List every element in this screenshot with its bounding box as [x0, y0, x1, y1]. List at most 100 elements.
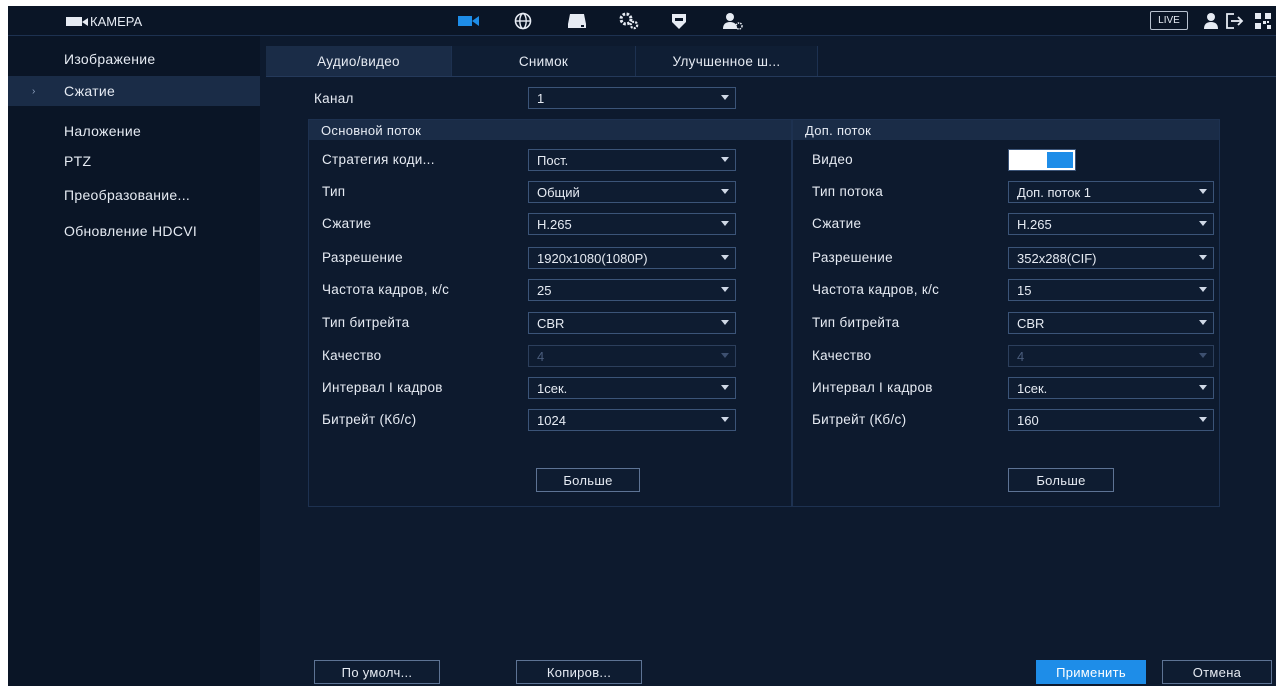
tab-bar: Аудио/видео Снимок Улучшенное ш... — [266, 46, 818, 76]
sub-quality-select: 4 — [1008, 345, 1214, 367]
sub-framerate-value: 15 — [1017, 282, 1032, 298]
sub-video-toggle[interactable] — [1008, 149, 1076, 171]
sub-more-button[interactable]: Больше — [1008, 468, 1114, 492]
chevron-down-icon — [1199, 385, 1207, 390]
chevron-down-icon — [721, 221, 729, 226]
sub-stream-header: Доп. поток — [793, 120, 1219, 140]
security-icon[interactable] — [668, 10, 690, 32]
sub-bitrate-select[interactable]: 160 — [1008, 409, 1214, 431]
tab-audio-video[interactable]: Аудио/видео — [266, 46, 452, 76]
main-type-value: Общий — [537, 184, 580, 200]
main-stream-header: Основной поток — [309, 120, 791, 140]
main-bitrate-type-select[interactable]: CBR — [528, 312, 736, 334]
sidebar-item-hdcvi-update[interactable]: Обновление HDCVI — [8, 216, 260, 246]
cancel-button[interactable]: Отмена — [1162, 660, 1272, 684]
main-resolution-select[interactable]: 1920x1080(1080P) — [528, 247, 736, 269]
chevron-down-icon — [721, 157, 729, 162]
main-bitrate-select[interactable]: 1024 — [528, 409, 736, 431]
tab-enhanced-noise[interactable]: Улучшенное ш... — [636, 46, 818, 76]
channel-select[interactable]: 1 — [528, 87, 736, 109]
chevron-down-icon — [1199, 353, 1207, 358]
chevron-down-icon — [721, 255, 729, 260]
main-framerate-value: 25 — [537, 282, 552, 298]
main-bitrate-type-value: CBR — [537, 315, 565, 331]
sub-framerate-label: Частота кадров, к/с — [812, 282, 940, 297]
chevron-down-icon — [721, 189, 729, 194]
sidebar: Изображение › Сжатие Наложение PTZ Преоб… — [8, 36, 260, 686]
storage-icon[interactable] — [566, 10, 588, 32]
sub-iframe-interval-label: Интервал I кадров — [812, 380, 933, 395]
chevron-down-icon — [1199, 320, 1207, 325]
main-iframe-interval-label: Интервал I кадров — [322, 380, 443, 395]
chevron-down-icon — [721, 417, 729, 422]
sidebar-item-label: Обновление HDCVI — [64, 223, 198, 239]
logout-icon[interactable] — [1224, 10, 1246, 32]
main-iframe-interval-select[interactable]: 1сек. — [528, 377, 736, 399]
main-type-select[interactable]: Общий — [528, 181, 736, 203]
sidebar-item-label: PTZ — [64, 153, 92, 169]
sub-iframe-interval-value: 1сек. — [1017, 380, 1048, 396]
sub-stream-type-label: Тип потока — [812, 184, 884, 199]
account-icon[interactable] — [722, 10, 744, 32]
sub-bitrate-type-select[interactable]: CBR — [1008, 312, 1214, 334]
camera-icon[interactable] — [458, 10, 480, 32]
toggle-knob — [1047, 152, 1073, 168]
main-bitrate-label: Битрейт (Кб/с) — [322, 412, 417, 427]
chevron-right-icon: › — [32, 85, 36, 97]
default-button[interactable]: По умолч... — [314, 660, 440, 684]
network-icon[interactable] — [512, 10, 534, 32]
user-icon[interactable] — [1200, 10, 1222, 32]
sub-video-label: Видео — [812, 152, 853, 167]
sub-compression-label: Сжатие — [812, 216, 862, 231]
sub-stream-type-select[interactable]: Доп. поток 1 — [1008, 181, 1214, 203]
system-icon[interactable] — [618, 10, 640, 32]
sub-resolution-select[interactable]: 352x288(CIF) — [1008, 247, 1214, 269]
qr-code-icon[interactable] — [1252, 10, 1274, 32]
encode-strategy-value: Пост. — [537, 152, 569, 168]
app-window: КАМЕРА LIVE Изображение › Сжатие Наложен… — [8, 6, 1276, 686]
sidebar-item-conversion[interactable]: Преобразование... — [8, 180, 260, 210]
sub-bitrate-value: 160 — [1017, 412, 1039, 428]
chevron-down-icon — [721, 95, 729, 100]
main-framerate-select[interactable]: 25 — [528, 279, 736, 301]
sidebar-item-image[interactable]: Изображение — [8, 44, 260, 74]
sub-framerate-select[interactable]: 15 — [1008, 279, 1214, 301]
main-iframe-interval-value: 1сек. — [537, 380, 568, 396]
main-quality-select: 4 — [528, 345, 736, 367]
main-compression-label: Сжатие — [322, 216, 372, 231]
sidebar-item-overlay[interactable]: Наложение — [8, 116, 260, 146]
main-resolution-value: 1920x1080(1080P) — [537, 250, 648, 266]
sub-quality-label: Качество — [812, 348, 872, 363]
sidebar-item-label: Преобразование... — [64, 187, 191, 203]
copy-button[interactable]: Копиров... — [516, 660, 642, 684]
chevron-down-icon — [1199, 221, 1207, 226]
sidebar-item-label: Наложение — [64, 123, 142, 139]
live-button[interactable]: LIVE — [1150, 11, 1188, 30]
tab-divider — [266, 76, 1276, 77]
chevron-down-icon — [721, 287, 729, 292]
chevron-down-icon — [1199, 287, 1207, 292]
chevron-down-icon — [721, 320, 729, 325]
main-framerate-label: Частота кадров, к/с — [322, 282, 450, 297]
encode-strategy-label: Стратегия коди... — [322, 152, 435, 167]
sidebar-item-compression[interactable]: › Сжатие — [8, 76, 260, 106]
main-more-button[interactable]: Больше — [536, 468, 640, 492]
camera-icon — [66, 16, 88, 26]
chevron-down-icon — [721, 385, 729, 390]
sub-quality-value: 4 — [1017, 348, 1025, 364]
sub-iframe-interval-select[interactable]: 1сек. — [1008, 377, 1214, 399]
sub-bitrate-label: Битрейт (Кб/с) — [812, 412, 907, 427]
sidebar-item-ptz[interactable]: PTZ — [8, 146, 260, 176]
app-title-text: КАМЕРА — [90, 13, 143, 29]
channel-value: 1 — [537, 90, 545, 106]
tab-snapshot[interactable]: Снимок — [452, 46, 636, 76]
apply-button[interactable]: Применить — [1036, 660, 1146, 684]
sub-resolution-label: Разрешение — [812, 250, 893, 265]
sub-bitrate-type-value: CBR — [1017, 315, 1045, 331]
chevron-down-icon — [1199, 417, 1207, 422]
main-quality-value: 4 — [537, 348, 545, 364]
sub-compression-select[interactable]: H.265 — [1008, 213, 1214, 235]
channel-label: Канал — [314, 91, 354, 106]
main-compression-select[interactable]: H.265 — [528, 213, 736, 235]
encode-strategy-select[interactable]: Пост. — [528, 149, 736, 171]
